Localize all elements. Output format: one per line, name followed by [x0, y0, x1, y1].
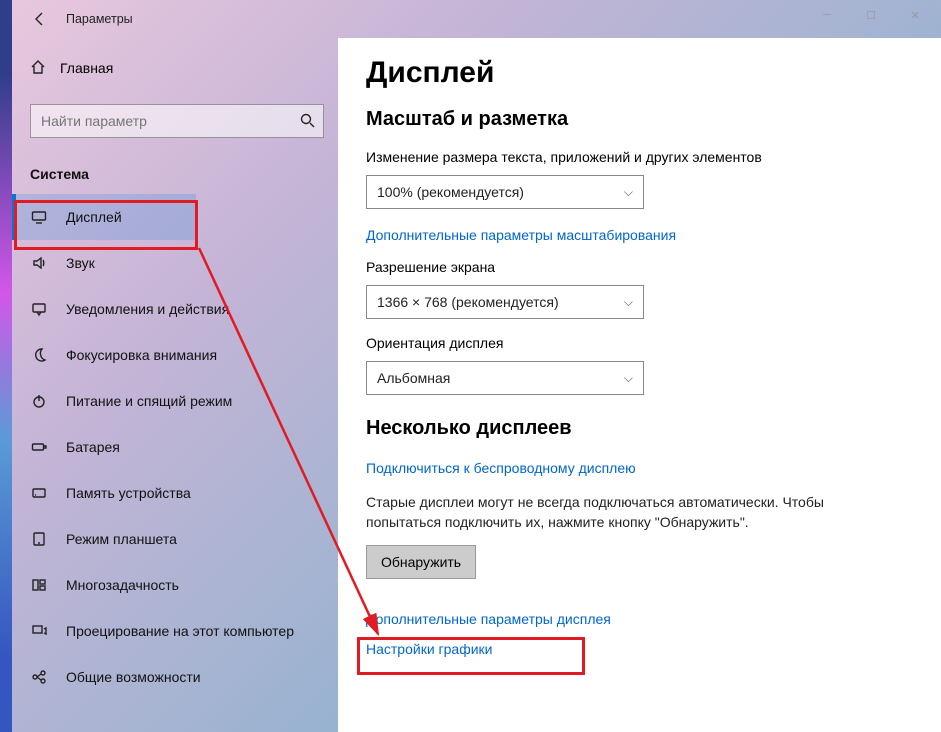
sidebar-item-label: Фокусировка внимания [66, 347, 217, 363]
maximize-button[interactable]: ☐ [849, 0, 893, 30]
advanced-scaling-link[interactable]: Дополнительные параметры масштабирования [366, 227, 676, 243]
chevron-down-icon: ⌵ [624, 371, 633, 386]
sidebar-item-label: Общие возможности [66, 669, 201, 685]
sidebar-item-label: Батарея [66, 439, 120, 455]
sidebar-item-tablet[interactable]: Режим планшета [12, 516, 338, 562]
resolution-label: Разрешение экрана [366, 259, 921, 275]
home-button[interactable]: Главная [12, 46, 338, 90]
back-button[interactable] [20, 0, 60, 38]
content-pane: Дисплей Масштаб и разметка Изменение раз… [338, 38, 941, 732]
scale-section-title: Масштаб и разметка [366, 108, 921, 131]
shared-icon [30, 669, 48, 685]
battery-icon [30, 439, 48, 455]
tablet-icon [30, 531, 48, 547]
sidebar-item-label: Многозадачность [66, 577, 179, 593]
sidebar-item-label: Уведомления и действия [66, 301, 229, 317]
detect-button-label: Обнаружить [381, 554, 461, 570]
wireless-display-link[interactable]: Подключиться к беспроводному дисплею [366, 460, 636, 476]
chevron-down-icon: ⌵ [624, 295, 633, 310]
minimize-button[interactable]: ─ [805, 0, 849, 30]
app-title: Параметры [66, 12, 133, 26]
arrow-left-icon [32, 11, 48, 27]
resolution-dropdown[interactable]: 1366 × 768 (рекомендуется) ⌵ [366, 285, 644, 319]
sidebar-item-power[interactable]: Питание и спящий режим [12, 378, 338, 424]
scale-value: 100% (рекомендуется) [377, 184, 524, 200]
close-button[interactable]: ✕ [893, 0, 937, 30]
notification-icon [30, 301, 48, 317]
detect-button[interactable]: Обнаружить [366, 545, 476, 579]
display-icon [30, 209, 48, 225]
sidebar-item-projecting[interactable]: Проецирование на этот компьютер [12, 608, 338, 654]
sidebar-item-label: Дисплей [66, 209, 122, 225]
scale-label: Изменение размера текста, приложений и д… [366, 149, 921, 165]
chevron-down-icon: ⌵ [624, 185, 633, 200]
graphics-settings-link[interactable]: Настройки графики [366, 641, 921, 657]
multi-hint: Старые дисплеи могут не всегда подключат… [366, 492, 846, 533]
section-header: Система [30, 166, 338, 182]
multi-section-title: Несколько дисплеев [366, 417, 921, 440]
titlebar: Параметры ─ ☐ ✕ [0, 0, 941, 38]
advanced-display-link[interactable]: Дополнительные параметры дисплея [366, 611, 921, 627]
sidebar-item-battery[interactable]: Батарея [12, 424, 338, 470]
resolution-value: 1366 × 768 (рекомендуется) [377, 294, 559, 310]
storage-icon [30, 485, 48, 501]
sidebar-item-sound[interactable]: Звук [12, 240, 338, 286]
sidebar-item-notifications[interactable]: Уведомления и действия [12, 286, 338, 332]
sidebar-item-label: Звук [66, 255, 95, 271]
sidebar: Главная Система Дисплей Звук Уведомления… [0, 38, 338, 732]
orientation-value: Альбомная [377, 370, 450, 386]
sound-icon [30, 255, 48, 271]
sidebar-item-label: Память устройства [66, 485, 191, 501]
orientation-label: Ориентация дисплея [366, 335, 921, 351]
sidebar-item-storage[interactable]: Память устройства [12, 470, 338, 516]
search-input[interactable] [41, 113, 281, 129]
sidebar-item-shared[interactable]: Общие возможности [12, 654, 338, 700]
sidebar-item-label: Питание и спящий режим [66, 393, 232, 409]
search-icon [299, 112, 315, 131]
page-title: Дисплей [366, 56, 921, 90]
sidebar-item-focus[interactable]: Фокусировка внимания [12, 332, 338, 378]
search-box[interactable] [30, 104, 324, 138]
scale-dropdown[interactable]: 100% (рекомендуется) ⌵ [366, 175, 644, 209]
sidebar-item-label: Режим планшета [66, 531, 177, 547]
sidebar-item-display[interactable]: Дисплей [12, 194, 196, 240]
home-icon [30, 59, 46, 78]
sidebar-item-label: Проецирование на этот компьютер [66, 623, 294, 639]
projecting-icon [30, 623, 48, 639]
power-icon [30, 393, 48, 409]
moon-icon [30, 347, 48, 363]
orientation-dropdown[interactable]: Альбомная ⌵ [366, 361, 644, 395]
home-label: Главная [60, 60, 113, 76]
sidebar-item-multitasking[interactable]: Многозадачность [12, 562, 338, 608]
multitask-icon [30, 577, 48, 593]
